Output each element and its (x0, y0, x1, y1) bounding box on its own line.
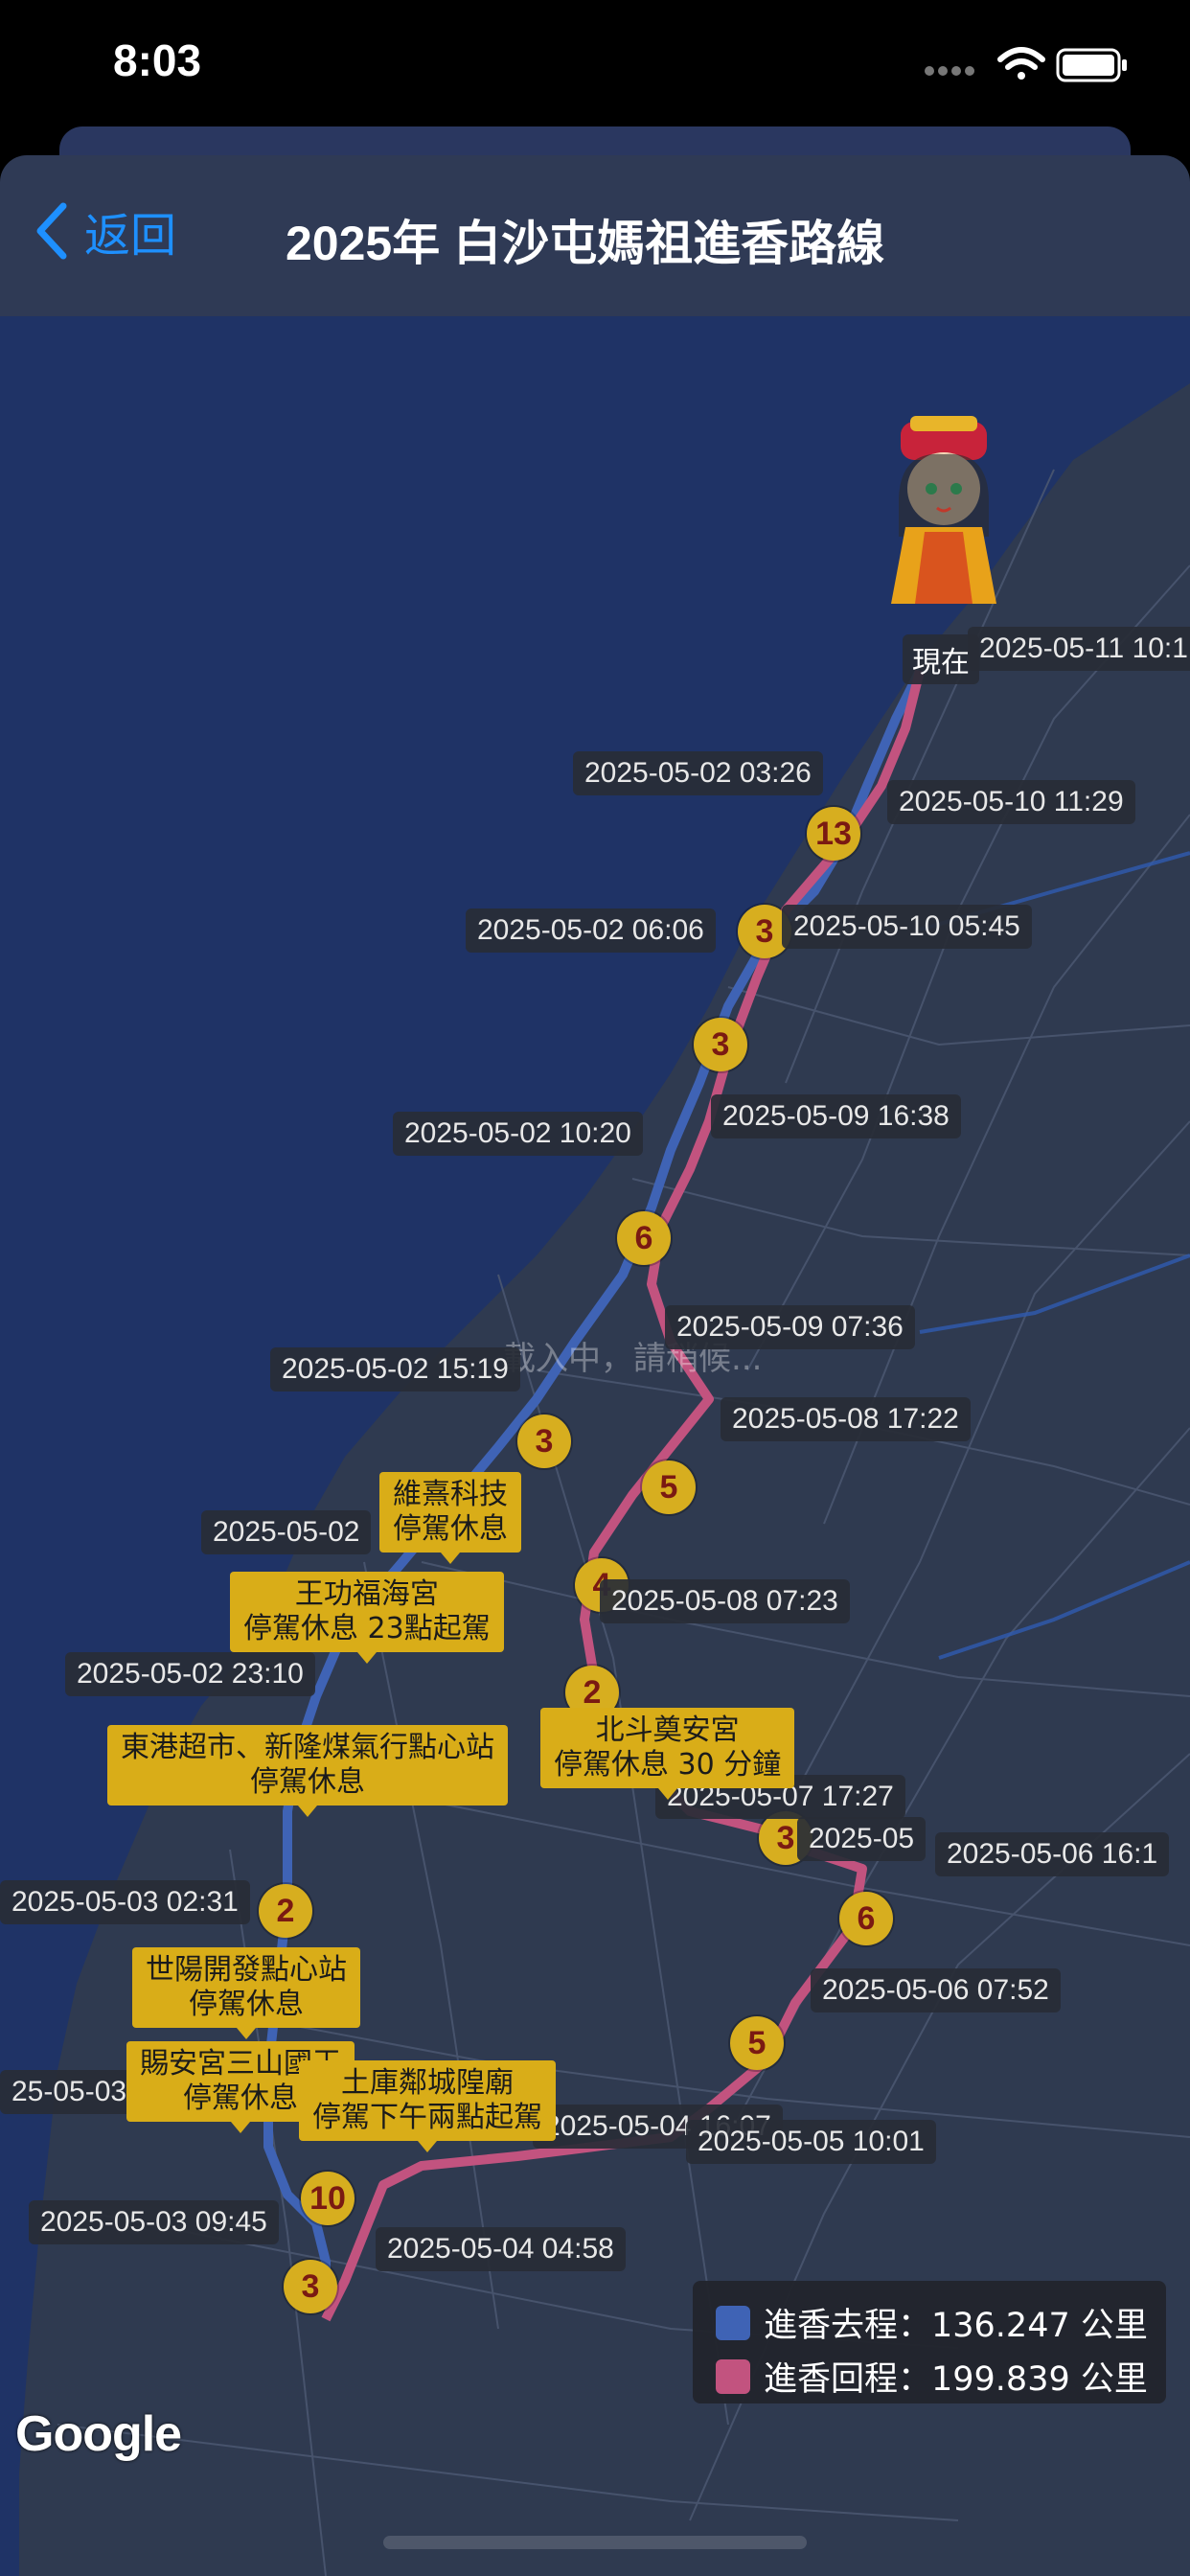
route-marker[interactable]: 5 (642, 1460, 696, 1514)
stop-note: 停駕休息 (393, 1512, 508, 1546)
wifi-icon (997, 47, 1045, 80)
stop-note: 停駕休息 (250, 1765, 365, 1799)
stop-name: 土庫鄰城隍廟 (341, 2066, 514, 2100)
time-label: 25-05-03 (0, 2070, 139, 2114)
route-marker[interactable]: 3 (284, 2260, 337, 2313)
page-title: 2025年 白沙屯媽祖進香路線 (286, 217, 885, 270)
stop-note: 停駕休息 30 分鐘 (554, 1748, 782, 1782)
time-label: 2025-05-10 11:29 (887, 780, 1135, 824)
time-label: 2025-05-09 16:38 (711, 1094, 961, 1138)
stop-name: 北斗奠安宮 (595, 1714, 740, 1747)
time-label: 2025-05-02 06:06 (466, 908, 716, 953)
status-bar: 8:03 (0, 0, 1190, 134)
stop-note: 停駕休息 23點起駕 (243, 1612, 491, 1645)
time-label: 2025-05-11 10:1 (968, 627, 1190, 671)
time-label: 2025-05-06 07:52 (811, 1968, 1061, 2012)
stop-name: 東港超市、新隆煤氣行點心站 (121, 1731, 494, 1764)
stop-label[interactable]: 維熹科技 停駕休息 (379, 1472, 521, 1564)
route-marker[interactable]: 6 (839, 1892, 893, 1945)
time-label: 2025-05-05 10:01 (686, 2120, 936, 2164)
time-label: 2025-05-09 07:36 (665, 1305, 915, 1349)
route-legend: 進香去程：136.247 公里 進香回程：199.839 公里 (693, 2281, 1166, 2404)
route-marker[interactable]: 5 (730, 2016, 784, 2070)
stop-label[interactable]: 東港超市、新隆煤氣行點心站 停駕休息 (107, 1725, 508, 1817)
time-label: 2025-05-02 10:20 (393, 1112, 643, 1156)
route-marker[interactable]: 6 (617, 1211, 671, 1265)
route-marker[interactable]: 3 (517, 1414, 571, 1468)
signal-icon (925, 66, 974, 76)
battery-icon (1056, 48, 1127, 82)
time-label: 2025-05-02 15:19 (270, 1347, 520, 1392)
stop-name: 維熹科技 (393, 1478, 508, 1511)
route-marker[interactable]: 3 (694, 1018, 747, 1071)
stop-label[interactable]: 世陽開發點心站 停駕休息 (132, 1947, 360, 2039)
back-button[interactable]: 返回 (33, 197, 176, 264)
stop-label[interactable]: 土庫鄰城隍廟 停駕下午兩點起駕 (299, 2060, 556, 2152)
chevron-left-icon (36, 202, 67, 260)
time-label: 2025-05-04 04:58 (376, 2227, 626, 2271)
stop-note: 停駕下午兩點起駕 (312, 2101, 542, 2134)
time-label: 2025-05-02 23:10 (65, 1652, 315, 1696)
back-button-label: 返回 (84, 211, 177, 262)
time-label: 2025-05-08 17:22 (721, 1397, 971, 1441)
stop-note: 停駕休息 (189, 1988, 304, 2021)
stop-name: 世陽開發點心站 (146, 1953, 347, 1987)
legend-return-label: 進香回程：199.839 公里 (764, 2360, 1148, 2399)
route-marker[interactable]: 10 (301, 2172, 355, 2225)
time-label: 2025-05-03 09:45 (29, 2200, 279, 2244)
outbound-swatch (716, 2305, 750, 2340)
time-label: 2025-05-10 05:45 (782, 905, 1032, 949)
time-label: 2025-05-08 07:23 (600, 1579, 850, 1623)
time-label: 2025-05-03 02:31 (0, 1880, 250, 1924)
time-label: 2025-05-02 (201, 1510, 372, 1554)
navigation-bar: 返回 2025年 白沙屯媽祖進香路線 (0, 155, 1190, 317)
time-label: 2025-05 (797, 1817, 927, 1861)
status-icons (922, 42, 1133, 88)
legend-outbound-label: 進香去程：136.247 公里 (764, 2307, 1148, 2345)
mazu-avatar[interactable] (881, 412, 1006, 627)
stop-name: 王功福海宮 (294, 1577, 439, 1611)
stop-label[interactable]: 王功福海宮 停駕休息 23點起駕 (230, 1572, 504, 1664)
legend-return: 進香回程：199.839 公里 (716, 2352, 1148, 2401)
legend-outbound: 進香去程：136.247 公里 (716, 2298, 1148, 2347)
time-label: 2025-05-02 03:26 (573, 751, 823, 795)
route-marker[interactable]: 13 (807, 807, 860, 861)
google-logo: Google (15, 2406, 182, 2462)
route-marker[interactable]: 2 (259, 1884, 312, 1938)
stop-label[interactable]: 北斗奠安宮 停駕休息 30 分鐘 (540, 1708, 795, 1800)
return-swatch (716, 2358, 750, 2394)
time-label: 2025-05-06 16:1 (935, 1832, 1170, 1876)
home-indicator (383, 2536, 807, 2549)
map-view[interactable]: 載入中，請稍候... 現在 13 3 3 6 3 5 4 2 2 10 3 6 … (0, 316, 1190, 2576)
status-time: 8:03 (113, 35, 202, 85)
